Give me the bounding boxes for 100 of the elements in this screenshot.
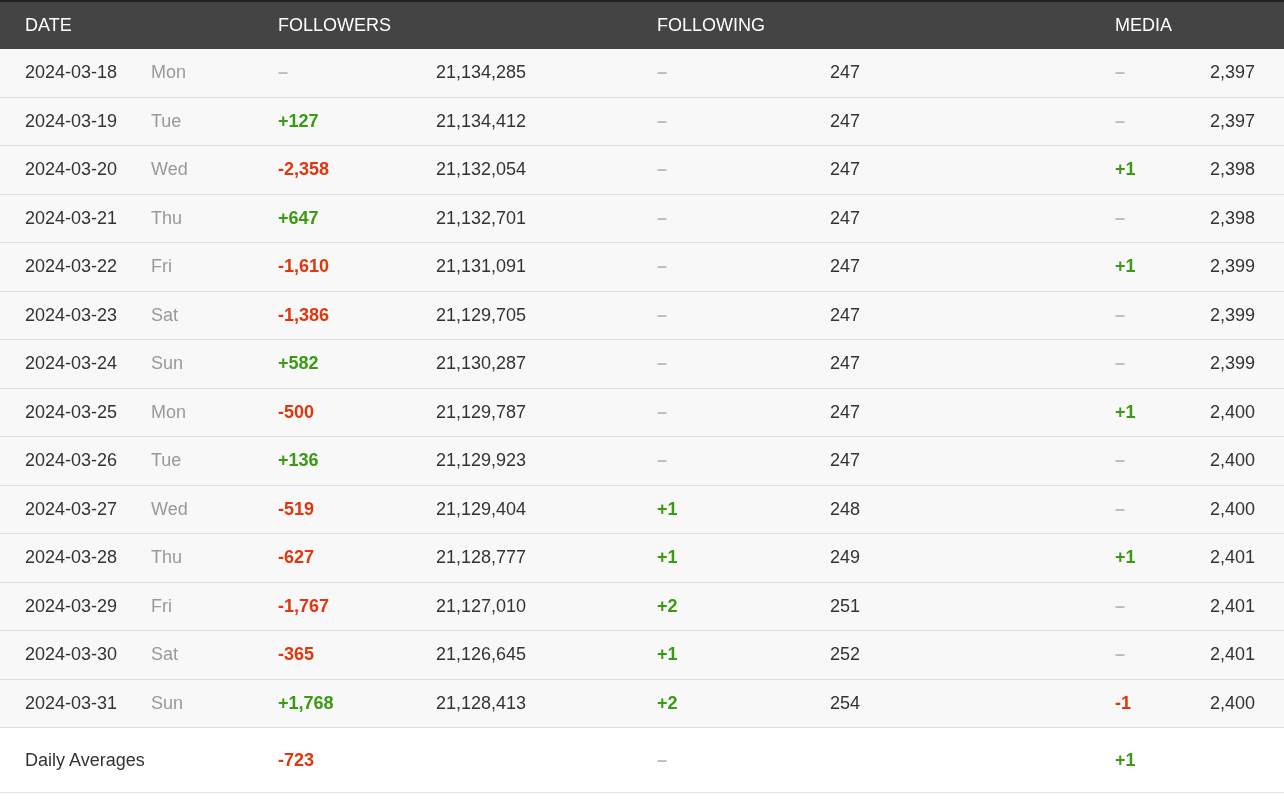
change-value: -2,358	[278, 159, 330, 181]
date-cell-text: 2024-03-23	[25, 304, 119, 326]
followers-cell-text: 21,134,285	[436, 62, 528, 84]
media-cell: 2,400	[1209, 450, 1255, 472]
change-value: -1,767	[278, 595, 330, 617]
change-value: +1	[1115, 159, 1136, 181]
following-cell-text: 252	[830, 644, 862, 666]
change-value: -1	[1115, 692, 1131, 714]
following-cell-text: 247	[830, 159, 862, 181]
change-value: +647	[278, 207, 319, 229]
followers-cell-text: 21,129,705	[436, 304, 528, 326]
followers-cell-text: 21,128,413	[436, 692, 528, 714]
change-value: -627	[278, 547, 315, 569]
date-cell-text: 2024-03-27	[25, 498, 119, 520]
change-value: +2	[657, 692, 678, 714]
following-cell-text: 249	[830, 547, 862, 569]
date-cell-text: 2024-03-18	[25, 62, 119, 84]
followers-cell-text: 21,126,645	[436, 644, 528, 666]
date-cell-text: 2024-03-26	[25, 450, 119, 472]
weekday-cell-text: Tue	[151, 450, 183, 472]
change-value: -365	[278, 644, 315, 666]
weekday-cell-text: Thu	[151, 207, 184, 229]
date-cell-text: 2024-03-20	[25, 159, 119, 181]
media-cell: 2,397	[1209, 110, 1255, 132]
date-cell-text: 2024-03-22	[25, 256, 119, 278]
following-cell-text: 247	[830, 401, 862, 423]
following-cell-text: 247	[830, 207, 862, 229]
change-value: +1,768	[278, 692, 334, 714]
column-header: DATE	[25, 15, 73, 36]
weekday-cell-text: Fri	[151, 595, 173, 617]
change-value: –	[1115, 450, 1125, 472]
followers-cell-text: 21,132,054	[436, 159, 528, 181]
change-value: –	[1115, 304, 1125, 326]
following-cell-text: 247	[830, 353, 862, 375]
change-value: –	[657, 450, 667, 472]
weekday-cell-text: Mon	[151, 401, 187, 423]
media-cell: 2,399	[1209, 353, 1255, 375]
followers-cell-text: 21,130,287	[436, 353, 528, 375]
media-cell: 2,399	[1209, 256, 1255, 278]
followers-cell-text: 21,132,701	[436, 207, 528, 229]
change-value: +1	[1115, 256, 1136, 278]
change-value: –	[657, 62, 667, 84]
weekday-cell-text: Sun	[151, 353, 185, 375]
followers-cell-text: 21,134,412	[436, 110, 528, 132]
change-value: –	[657, 256, 667, 278]
media-cell: 2,398	[1209, 207, 1255, 229]
change-value: +127	[278, 110, 319, 132]
followers-cell-text: 21,128,777	[436, 547, 528, 569]
change-value: -723	[278, 749, 315, 771]
weekday-cell-text: Sat	[151, 644, 180, 666]
change-value: +1	[1115, 749, 1136, 771]
date-cell-text: 2024-03-21	[25, 207, 119, 229]
change-value: +2	[657, 595, 678, 617]
averages-label: Daily Averages	[25, 749, 146, 771]
following-cell-text: 254	[830, 692, 862, 714]
date-cell-text: 2024-03-31	[25, 692, 119, 714]
change-value: -519	[278, 498, 315, 520]
media-cell: 2,398	[1209, 159, 1255, 181]
date-cell-text: 2024-03-25	[25, 401, 119, 423]
column-header: MEDIA	[1115, 15, 1173, 36]
media-cell: 2,401	[1209, 644, 1255, 666]
change-value: +582	[278, 353, 319, 375]
change-value: +1	[657, 547, 678, 569]
weekday-cell-text: Sun	[151, 692, 185, 714]
followers-cell-text: 21,129,787	[436, 401, 528, 423]
change-value: -1,386	[278, 304, 330, 326]
change-value: –	[1115, 644, 1125, 666]
change-value: –	[1115, 207, 1125, 229]
weekday-cell-text: Tue	[151, 110, 183, 132]
change-value: –	[657, 401, 667, 423]
change-value: –	[657, 159, 667, 181]
following-cell-text: 251	[830, 595, 862, 617]
following-cell-text: 248	[830, 498, 862, 520]
following-cell-text: 247	[830, 256, 862, 278]
weekday-cell-text: Mon	[151, 62, 187, 84]
change-value: +136	[278, 450, 319, 472]
change-value: +1	[657, 644, 678, 666]
column-header: FOLLOWING	[657, 15, 766, 36]
date-cell-text: 2024-03-30	[25, 644, 119, 666]
change-value: -500	[278, 401, 315, 423]
media-cell: 2,400	[1209, 692, 1255, 714]
change-value: +1	[1115, 401, 1136, 423]
change-value: +1	[1115, 547, 1136, 569]
change-value: -1,610	[278, 256, 330, 278]
media-cell: 2,397	[1209, 62, 1255, 84]
change-value: –	[1115, 62, 1125, 84]
followers-cell-text: 21,127,010	[436, 595, 528, 617]
change-value: +1	[657, 498, 678, 520]
change-value: –	[657, 353, 667, 375]
following-cell-text: 247	[830, 304, 862, 326]
weekday-cell-text: Wed	[151, 159, 189, 181]
change-value: –	[657, 207, 667, 229]
change-value: –	[278, 62, 288, 84]
followers-cell-text: 21,129,404	[436, 498, 528, 520]
change-value: –	[1115, 498, 1125, 520]
change-value: –	[1115, 595, 1125, 617]
change-value: –	[1115, 110, 1125, 132]
date-cell-text: 2024-03-24	[25, 353, 119, 375]
change-value: –	[657, 304, 667, 326]
weekday-cell-text: Thu	[151, 547, 184, 569]
